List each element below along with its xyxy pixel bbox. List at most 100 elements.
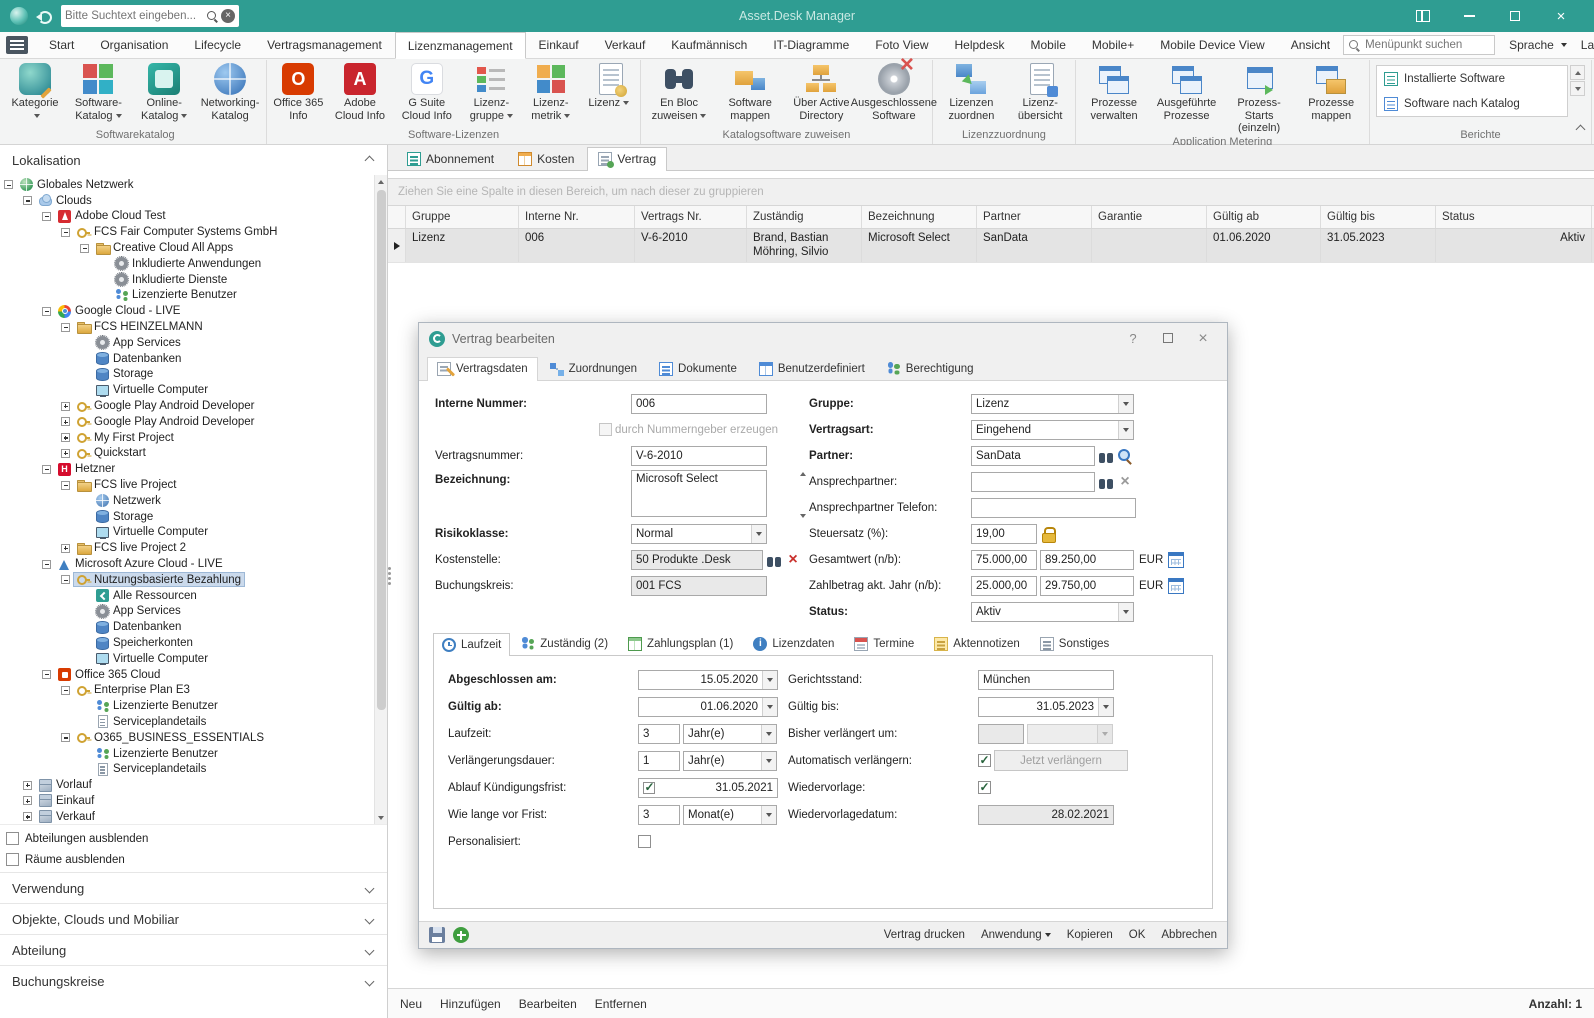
menu-tab-kaufmännisch[interactable]: Kaufmännisch [658, 32, 760, 58]
tree-item-google-play-android-developer[interactable]: Google Play Android Developer [0, 414, 373, 430]
magnifier-icon[interactable] [1117, 448, 1133, 464]
ribbon-g-suite-cloud-info[interactable]: G Suite Cloud Info [393, 60, 462, 122]
action-bearbeiten[interactable]: Bearbeiten [519, 997, 577, 1011]
clear-search-icon[interactable]: × [221, 9, 235, 23]
gesamtwert-brutto-input[interactable] [1040, 550, 1134, 570]
tree-item-clouds[interactable]: Clouds [0, 193, 373, 209]
tab-abonnement[interactable]: Abonnement [396, 147, 505, 170]
status-select[interactable]: Aktiv [971, 602, 1134, 622]
dialog-tab-dokumente[interactable]: Dokumente [649, 357, 747, 380]
language-menu[interactable]: Sprache [1509, 38, 1567, 52]
tree-item-verkauf[interactable]: Verkauf [0, 809, 373, 824]
ribbon-online-katalog[interactable]: Online-Katalog [133, 60, 196, 122]
ablauf-kuendigungsfrist-checkbox[interactable] [643, 782, 655, 794]
tree-item-serviceplandetails[interactable]: Serviceplandetails [0, 714, 373, 730]
action-hinzufügen[interactable]: Hinzufügen [440, 997, 501, 1011]
menu-tab-start[interactable]: Start [36, 32, 87, 58]
menu-search[interactable] [1343, 35, 1495, 55]
ribbon-en-bloc-zuweisen[interactable]: En Bloc zuweisen [643, 60, 716, 122]
dialog-maximize-button[interactable] [1154, 331, 1182, 346]
verlaengerungsdauer-input[interactable] [638, 751, 680, 771]
kostenstelle-input[interactable] [631, 550, 763, 570]
tree-item-virtuelle-computer[interactable]: Virtuelle Computer [0, 525, 373, 541]
zahlbetrag-netto-input[interactable] [971, 576, 1037, 596]
partner-input[interactable] [971, 446, 1095, 466]
ansprechpartner-input[interactable] [971, 472, 1095, 492]
tree-item-datenbanken[interactable]: Datenbanken [0, 351, 373, 367]
column-header-zuständig[interactable]: Zuständig [747, 206, 862, 228]
dialog-titlebar[interactable]: Vertrag bearbeiten ? × [419, 323, 1227, 354]
menu-tab-mobile+[interactable]: Mobile+ [1079, 32, 1147, 58]
collapse-ribbon-icon[interactable] [1577, 122, 1584, 136]
tree-expander-minus[interactable] [61, 733, 70, 742]
tree-expander-minus[interactable] [61, 481, 70, 490]
berichte-scroll-down[interactable] [1570, 81, 1585, 96]
ribbon-adobe-cloud-info[interactable]: Adobe Cloud Info [327, 60, 392, 122]
tree-expander-plus[interactable] [23, 781, 32, 790]
sidebar-section-abteilung[interactable]: Abteilung [0, 934, 387, 965]
tree-item-my-first-project[interactable]: My First Project [0, 430, 373, 446]
menu-tab-lifecycle[interactable]: Lifecycle [181, 32, 254, 58]
gesamtwert-netto-input[interactable] [971, 550, 1037, 570]
save-icon[interactable] [429, 927, 445, 943]
tree-expander-minus[interactable] [23, 196, 32, 205]
menu-tab-mobile[interactable]: Mobile [1018, 32, 1079, 58]
ribbon-office-365-info[interactable]: Office 365 Info [269, 60, 327, 122]
menu-tab-helpdesk[interactable]: Helpdesk [941, 32, 1017, 58]
wiedervorlagedatum-field[interactable]: 28.02.2021 [978, 805, 1114, 825]
tree-item-microsoft-azure-cloud-live[interactable]: Microsoft Azure Cloud - LIVE [0, 556, 373, 572]
tree-expander-plus[interactable] [61, 544, 70, 553]
wie-lange-vor-frist-unit-select[interactable]: Monat(e) [683, 805, 777, 825]
abgeschlossen-am-datepicker[interactable]: 15.05.2020 [638, 670, 778, 690]
menu-search-input[interactable] [1365, 39, 1489, 51]
tree-item-globales-netzwerk[interactable]: Globales Netzwerk [0, 177, 373, 193]
sidebar-section-objekte-clouds-und-mobiliar[interactable]: Objekte, Clouds und Mobiliar [0, 903, 387, 934]
ribbon-installierte-software[interactable]: Installierte Software [1377, 66, 1567, 91]
bezeichnung-textarea[interactable]: Microsoft Select [631, 470, 767, 517]
dialog-tab-vertragsdaten[interactable]: Vertragsdaten [427, 357, 538, 381]
column-header-partner[interactable]: Partner [977, 206, 1092, 228]
tree-item-google-cloud-live[interactable]: Google Cloud - LIVE [0, 303, 373, 319]
undo-icon[interactable] [36, 9, 53, 23]
menu-tab-ansicht[interactable]: Ansicht [1278, 32, 1343, 58]
tree-item-storage[interactable]: Storage [0, 509, 373, 525]
subtab-lizenzdaten[interactable]: Lizenzdaten [744, 632, 843, 655]
ribbon-prozess-starts-einzeln[interactable]: Prozess-Starts (einzeln) [1223, 60, 1296, 135]
titlebar-search-input[interactable] [65, 10, 204, 22]
dialog-button-ok[interactable]: OK [1129, 929, 1146, 941]
ribbon-prozesse-verwalten[interactable]: Prozesse verwalten [1078, 60, 1151, 122]
tab-kosten[interactable]: Kosten [507, 147, 585, 170]
tree-expander-plus[interactable] [61, 449, 70, 458]
dialog-button-anwendung[interactable]: Anwendung [981, 929, 1051, 941]
ribbon-lizenz-gruppe[interactable]: Lizenz-gruppe [461, 60, 522, 122]
laufzeit-input[interactable] [638, 724, 680, 744]
tree-expander-minus[interactable] [42, 212, 51, 221]
menu-tab-lizenzmanagement[interactable]: Lizenzmanagement [395, 32, 526, 59]
tree-item-lizenzierte-benutzer[interactable]: Lizenzierte Benutzer [0, 746, 373, 762]
panels-icon[interactable] [1400, 0, 1446, 32]
tree-item-hetzner[interactable]: Hetzner [0, 461, 373, 477]
tree-item-lizenzierte-benutzer[interactable]: Lizenzierte Benutzer [0, 698, 373, 714]
search-icon[interactable] [207, 11, 218, 22]
checkbox-abteilungen-ausblenden[interactable]: Abteilungen ausblenden [0, 828, 387, 849]
scrollbar-thumb[interactable] [377, 190, 386, 710]
tree-item-vorlauf[interactable]: Vorlauf [0, 777, 373, 793]
textarea-scroll[interactable] [798, 472, 807, 518]
ribbon-software-nach-katalog[interactable]: Software nach Katalog [1377, 91, 1567, 116]
red-x-icon[interactable] [785, 552, 801, 568]
ribbon-lizenz-metrik[interactable]: Lizenz-metrik [522, 60, 580, 122]
tree-expander-minus[interactable] [80, 244, 89, 253]
ribbon-über-active-directory[interactable]: Über Active Directory [785, 60, 858, 122]
berichte-scroll-up[interactable] [1570, 65, 1585, 80]
sidebar-header[interactable]: Lokalisation [0, 145, 387, 175]
tree-expander-plus[interactable] [23, 812, 32, 821]
tree-expander-minus[interactable] [61, 686, 70, 695]
tree-item-datenbanken[interactable]: Datenbanken [0, 619, 373, 635]
tree-item-storage[interactable]: Storage [0, 367, 373, 383]
jetzt-verlaengern-button[interactable]: Jetzt verlängern [994, 750, 1128, 771]
laufzeit-unit-select[interactable]: Jahr(e) [683, 724, 777, 744]
ribbon-kategorie[interactable]: Kategorie [6, 60, 64, 122]
menu-tab-einkauf[interactable]: Einkauf [526, 32, 592, 58]
ribbon-software-mappen[interactable]: Software mappen [715, 60, 785, 122]
subtab-laufzeit[interactable]: Laufzeit [433, 633, 510, 656]
